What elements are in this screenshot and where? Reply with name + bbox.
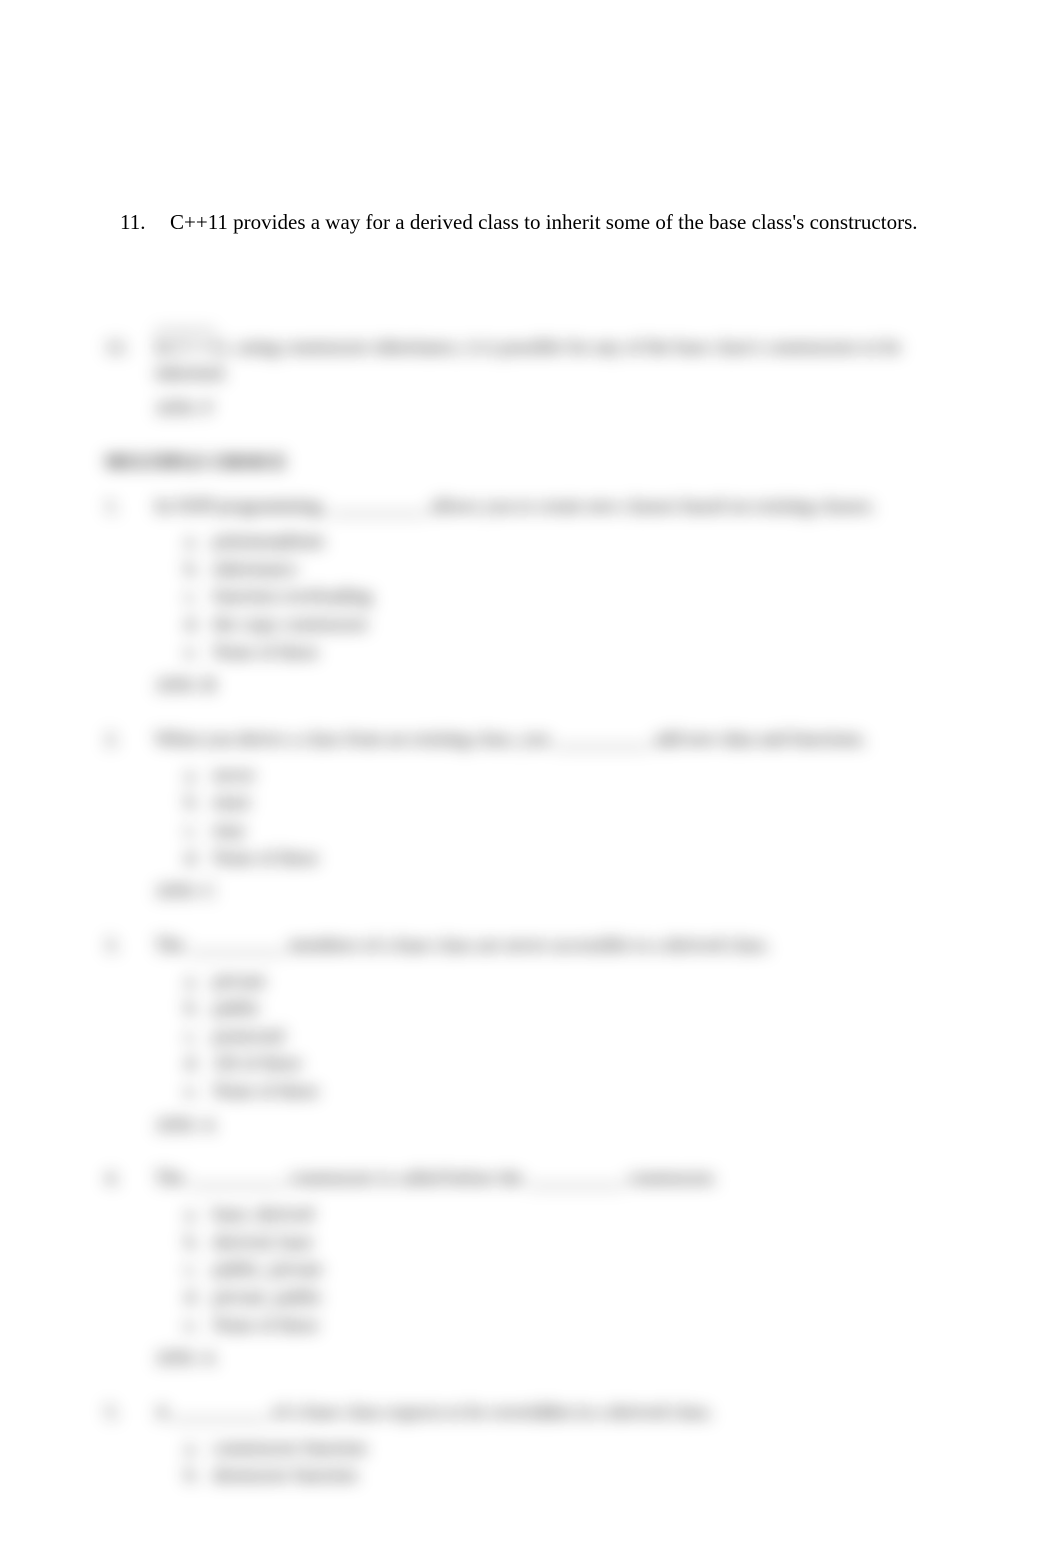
mc-question-4: 4. The __________ constructor is called … xyxy=(105,1166,955,1371)
mc-question-3: 3. The __________ members of a base clas… xyxy=(105,933,955,1138)
question-text: The __________ constructor is called bef… xyxy=(155,1166,955,1192)
option: d.All of these xyxy=(185,1051,955,1077)
page: 11.C++11 provides a way for a derived cl… xyxy=(0,0,1062,1556)
question-number: 5. xyxy=(105,1400,155,1426)
question-text: When you derive a class from an existing… xyxy=(155,727,955,753)
option: e.None of these xyxy=(185,1079,955,1105)
option: b.destructor function xyxy=(185,1463,955,1489)
option: b.public xyxy=(185,996,955,1022)
mc-question-2: 2. When you derive a class from an exist… xyxy=(105,727,955,905)
question-number: 12. xyxy=(105,335,155,386)
divider xyxy=(155,330,215,331)
option: a.never xyxy=(185,763,955,789)
options: a.constructor function b.destructor func… xyxy=(185,1436,955,1489)
options: a.private b.public c.protected d.All of … xyxy=(185,969,955,1105)
option: c.function overloading xyxy=(185,584,955,610)
answer: ANS: A xyxy=(155,1113,955,1139)
question-text: The __________ members of a base class a… xyxy=(155,933,955,959)
option: c.protected xyxy=(185,1024,955,1050)
option: d.private, public xyxy=(185,1285,955,1311)
question-text: A __________ of a base class expects to … xyxy=(155,1400,955,1426)
option: a.constructor function xyxy=(185,1436,955,1462)
option: a.private xyxy=(185,969,955,995)
question-text: C++11 provides a way for a derived class… xyxy=(170,210,918,234)
option: c.may xyxy=(185,818,955,844)
option: a.polymorphism xyxy=(185,529,955,555)
question-text: In C++11, using constructor inheritance,… xyxy=(155,335,955,386)
question-text: In OOP programming, __________ allows yo… xyxy=(155,494,955,520)
option: d.None of these xyxy=(185,846,955,872)
option: e.None of these xyxy=(185,1313,955,1339)
question-number: 2. xyxy=(105,727,155,753)
options: a.polymorphism b.inheritance c.function … xyxy=(185,529,955,665)
option: b.derived, base xyxy=(185,1230,955,1256)
option: b.inheritance xyxy=(185,557,955,583)
option: d.the copy constructor xyxy=(185,612,955,638)
answer: ANS: B xyxy=(155,673,955,699)
answer: ANS: A xyxy=(155,1346,955,1372)
question-number: 4. xyxy=(105,1166,155,1192)
option: e.None of these xyxy=(185,640,955,666)
option: c.public, private xyxy=(185,1257,955,1283)
question-number: 11. xyxy=(120,208,170,236)
answer: ANS: F xyxy=(155,396,955,422)
option: a.base, derived xyxy=(185,1202,955,1228)
section-heading: MULTIPLE CHOICE xyxy=(105,450,955,476)
question-11: 11.C++11 provides a way for a derived cl… xyxy=(120,208,940,236)
mc-question-1: 1. In OOP programming, __________ allows… xyxy=(105,494,955,699)
mc-question-5: 5. A __________ of a base class expects … xyxy=(105,1400,955,1489)
option: b.must xyxy=(185,790,955,816)
blurred-content: 12. In C++11, using constructor inherita… xyxy=(105,330,955,1517)
question-number: 3. xyxy=(105,933,155,959)
question-number: 1. xyxy=(105,494,155,520)
options: a.never b.must c.may d.None of these xyxy=(185,763,955,872)
options: a.base, derived b.derived, base c.public… xyxy=(185,1202,955,1338)
question-12: 12. In C++11, using constructor inherita… xyxy=(105,330,955,422)
answer: ANS: C xyxy=(155,879,955,905)
